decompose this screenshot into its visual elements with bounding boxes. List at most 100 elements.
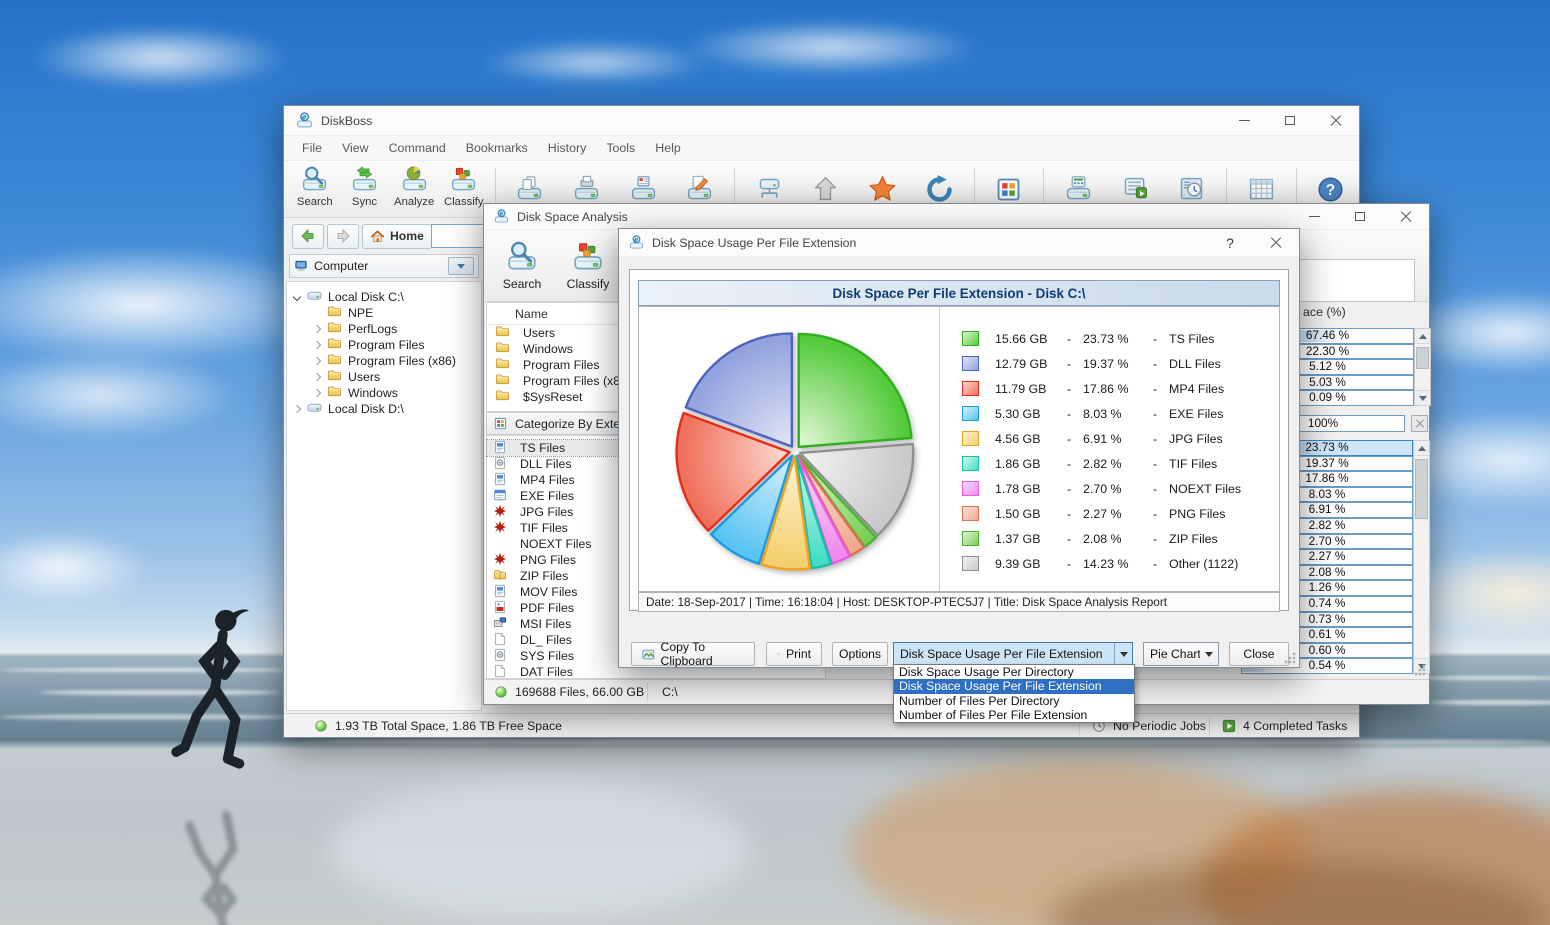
chevron-expanded-icon[interactable] xyxy=(293,293,301,301)
close-button[interactable] xyxy=(1313,106,1359,135)
toolbar-network-button[interactable] xyxy=(741,163,798,204)
dialog-title-bar[interactable]: Disk Space Usage Per File Extension ? xyxy=(619,229,1299,257)
scroll-thumb[interactable] xyxy=(1415,459,1428,519)
tree-item[interactable]: Windows xyxy=(287,385,481,401)
legend-swatch xyxy=(962,381,979,396)
minimize-button[interactable] xyxy=(1291,204,1337,229)
analysis-title-bar[interactable]: Disk Space Analysis xyxy=(484,204,1429,230)
resize-grip[interactable] xyxy=(1284,652,1296,664)
menu-file[interactable]: File xyxy=(292,136,332,161)
copy-to-clipboard-button[interactable]: Copy To Clipboard xyxy=(631,642,755,666)
tree-item[interactable]: Local Disk D:\ xyxy=(287,401,481,417)
legend-size: 9.39 GB xyxy=(995,557,1067,571)
clear-filter-button[interactable] xyxy=(1411,415,1428,432)
chevron-collapsed-icon[interactable] xyxy=(313,341,321,349)
close-button[interactable] xyxy=(1253,229,1299,256)
scroll-up-button[interactable] xyxy=(1414,441,1429,456)
tree-item[interactable]: NPE xyxy=(287,305,481,321)
combo-arrow[interactable] xyxy=(1200,643,1218,665)
dropdown-item[interactable]: Number of Files Per File Extension xyxy=(894,708,1134,722)
dropdown-item[interactable]: Disk Space Usage Per File Extension xyxy=(894,679,1134,693)
disk-space-text: 1.93 TB Total Space, 1.86 TB Free Space xyxy=(335,719,562,733)
close-dialog-button[interactable]: Close xyxy=(1229,642,1289,666)
chevron-collapsed-icon[interactable] xyxy=(313,325,321,333)
maximize-button[interactable] xyxy=(1267,106,1313,135)
menu-history[interactable]: History xyxy=(538,136,597,161)
help-button[interactable]: ? xyxy=(1207,229,1253,256)
scrollbar[interactable] xyxy=(1413,440,1430,674)
combo-arrow[interactable] xyxy=(1114,643,1132,665)
forward-button[interactable] xyxy=(327,224,359,249)
tiles-icon xyxy=(994,175,1023,204)
close-icon xyxy=(1330,115,1342,127)
toolbar-winlist-button[interactable] xyxy=(615,163,672,204)
resize-grip[interactable] xyxy=(1414,664,1426,676)
menu-help[interactable]: Help xyxy=(645,136,690,161)
toolbar-classify-button[interactable]: Classify xyxy=(439,163,489,208)
folder-icon xyxy=(327,384,342,399)
play-icon xyxy=(1222,719,1236,733)
toolbar-analyze-button[interactable]: Analyze xyxy=(389,163,439,208)
home-button[interactable]: Home xyxy=(362,224,432,249)
tree-item[interactable]: Program Files (x86) xyxy=(287,353,481,369)
extension-row-label: MP4 Files xyxy=(520,473,575,487)
menu-bookmarks[interactable]: Bookmarks xyxy=(456,136,538,161)
chart-title: Disk Space Per File Extension - Disk C:\ xyxy=(638,280,1280,306)
space-percent-column-header[interactable]: ace (%) xyxy=(1303,305,1346,319)
maximize-button[interactable] xyxy=(1337,204,1383,229)
scrollbar[interactable] xyxy=(1414,328,1431,406)
toolbar-star-button[interactable] xyxy=(854,163,911,204)
toolbar-copy-button[interactable] xyxy=(502,163,559,204)
dropdown-item[interactable]: Disk Space Usage Per Directory xyxy=(894,665,1134,679)
minimize-button[interactable] xyxy=(1221,106,1267,135)
scroll-down-button[interactable] xyxy=(1415,390,1430,405)
toolbar-search-button[interactable]: Search xyxy=(290,163,340,208)
toolbar-calc-button[interactable] xyxy=(1050,163,1107,204)
view-combobox[interactable]: Disk Space Usage Per File Extension xyxy=(893,642,1133,666)
legend-size: 1.78 GB xyxy=(995,482,1067,496)
tree-item-label: Local Disk D:\ xyxy=(328,402,404,416)
analysis-classify-button[interactable]: Classify xyxy=(556,232,620,300)
completed-tasks-status[interactable]: 4 Completed Tasks xyxy=(1222,714,1347,738)
toolbar-print-button[interactable] xyxy=(558,163,615,204)
chevron-collapsed-icon[interactable] xyxy=(313,389,321,397)
scroll-thumb[interactable] xyxy=(1416,347,1429,369)
tree-item[interactable]: Program Files xyxy=(287,337,481,353)
menu-tools[interactable]: Tools xyxy=(596,136,645,161)
tree-item[interactable]: PerfLogs xyxy=(287,321,481,337)
toolbar-help-button[interactable] xyxy=(1303,163,1360,204)
computer-dropdown-button[interactable] xyxy=(448,257,474,275)
toolbar-clockwin-button[interactable] xyxy=(1163,163,1220,204)
toolbar-listplay-button[interactable] xyxy=(1107,163,1164,204)
search-icon xyxy=(300,166,329,195)
menu-command[interactable]: Command xyxy=(379,136,456,161)
toolbar-sync-button[interactable]: Sync xyxy=(340,163,390,208)
scroll-up-button[interactable] xyxy=(1415,329,1430,344)
options-button[interactable]: Options xyxy=(832,642,888,666)
toolbar-tiles-button[interactable] xyxy=(981,163,1038,204)
print-button[interactable]: Print xyxy=(766,642,822,666)
toolbar-sheet-button[interactable] xyxy=(1233,163,1290,204)
chart-type-combobox[interactable]: Pie Chart xyxy=(1143,642,1219,666)
back-button[interactable] xyxy=(292,224,324,249)
toolbar-refresh-button[interactable] xyxy=(911,163,968,204)
path-status: C:\ xyxy=(662,680,678,704)
tree-item[interactable]: Users xyxy=(287,369,481,385)
img-icon xyxy=(493,552,507,566)
toolbar-edit-button[interactable] xyxy=(671,163,728,204)
legend-separator: - xyxy=(1067,532,1083,546)
chevron-collapsed-icon[interactable] xyxy=(313,357,321,365)
analysis-search-button[interactable]: Search xyxy=(490,232,554,300)
chevron-collapsed-icon[interactable] xyxy=(313,373,321,381)
legend-size: 12.79 GB xyxy=(995,357,1067,371)
legend-separator: - xyxy=(1067,407,1083,421)
chevron-collapsed-icon[interactable] xyxy=(293,405,301,413)
tree-item[interactable]: Local Disk C:\ xyxy=(287,289,481,305)
close-button[interactable] xyxy=(1383,204,1429,229)
toolbar-up-button[interactable] xyxy=(798,163,855,204)
dropdown-item[interactable]: Number of Files Per Directory xyxy=(894,694,1134,708)
main-title-bar[interactable]: DiskBoss xyxy=(284,106,1359,136)
menu-view[interactable]: View xyxy=(332,136,379,161)
legend-row: 1.50 GB-2.27 %-PNG Files xyxy=(962,501,1279,526)
computer-combo[interactable]: Computer xyxy=(289,254,479,278)
